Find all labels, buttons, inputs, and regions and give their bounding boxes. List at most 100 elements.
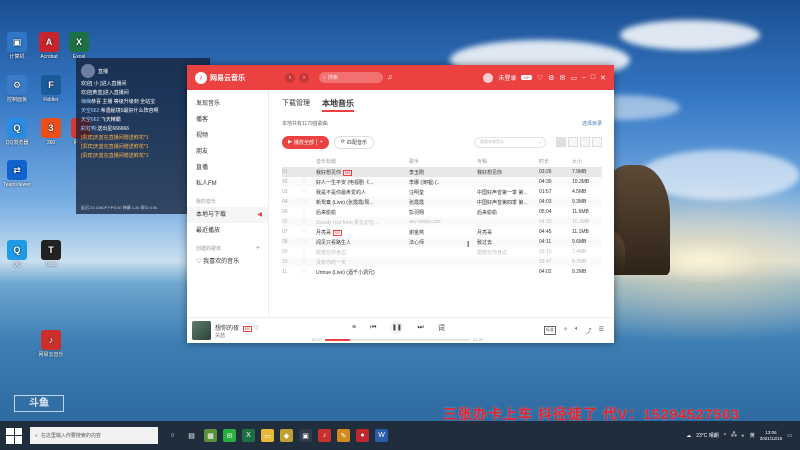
lyrics-icon[interactable]: 词: [438, 323, 445, 333]
add-playlist-icon[interactable]: +: [256, 245, 260, 252]
microphone-icon[interactable]: ♫: [387, 74, 392, 81]
table-row[interactable]: 01 ♡ 我好想见你 MV 李玉刚 我好想见你 03:26 7.9MB: [282, 167, 602, 177]
heart-icon[interactable]: ♡: [302, 269, 306, 275]
queue-list-icon[interactable]: ☰: [599, 326, 604, 335]
skin-icon[interactable]: ♡: [537, 74, 543, 82]
sidebar-item-recent[interactable]: 最近播放: [187, 223, 268, 239]
editor-icon[interactable]: ✎: [337, 429, 350, 442]
task-view-icon[interactable]: ○: [166, 429, 179, 442]
chat-nickname[interactable]: 天空662:: [81, 117, 101, 123]
notification-icon[interactable]: ▭: [787, 433, 792, 439]
sidebar-item-live[interactable]: 直播: [187, 160, 268, 176]
global-search-input[interactable]: ⌕ 搜索: [319, 72, 383, 83]
volume-icon[interactable]: 🔈︎: [742, 433, 745, 439]
cell-artist[interactable]: [409, 257, 477, 267]
excel-icon[interactable]: X: [242, 429, 255, 442]
network-icon[interactable]: 🖧: [731, 432, 737, 440]
share-icon[interactable]: ⤴: [586, 326, 592, 335]
word-icon[interactable]: W: [375, 429, 388, 442]
next-icon[interactable]: ⏭: [417, 324, 423, 332]
volume-icon[interactable]: 🔈︎: [575, 326, 579, 335]
sidebar-item-liked[interactable]: ♡ 我喜欢的音乐: [187, 254, 268, 270]
heart-icon[interactable]: ♡: [302, 209, 306, 215]
match-music-button[interactable]: ⟳ 匹配音乐: [333, 135, 375, 149]
local-search-input[interactable]: 搜索本地音乐 ⌕: [474, 136, 546, 148]
sidebar-item-local[interactable]: 本地与下载 ◀: [187, 207, 268, 223]
progress-bar[interactable]: [325, 338, 471, 341]
sidebar-item-podcast[interactable]: 播客: [187, 112, 268, 128]
cell-album[interactable]: [477, 257, 539, 267]
close-icon[interactable]: ✕: [600, 74, 606, 82]
netease-music-icon[interactable]: ♪: [318, 429, 331, 442]
cell-artist[interactable]: [409, 267, 477, 277]
tray-arrow-icon[interactable]: ^: [724, 433, 726, 439]
table-row[interactable]: 02 ♡ 好人一生平安 (电视剧《... 李娜 (演唱) (.. 04:30 10.3MB: [282, 177, 602, 187]
user-avatar[interactable]: [483, 72, 494, 83]
chat-nickname[interactable]: 彩虹鸭:: [81, 126, 97, 132]
desktop-icon[interactable]: ⇄ TeamViewer: [2, 160, 32, 188]
quality-button[interactable]: 标准: [543, 326, 556, 335]
heart-icon[interactable]: ♡: [302, 239, 306, 245]
heart-icon[interactable]: ♡: [302, 229, 306, 235]
chat-nickname[interactable]: 天空662:: [81, 108, 101, 114]
desktop-icon[interactable]: 3 360: [36, 118, 66, 146]
now-playing-artist[interactable]: 关喆: [215, 332, 290, 339]
table-row[interactable]: 05 ♡ 后来偷偷 彭羽翔 后来偷偷 05:04 11.6MB: [282, 207, 602, 217]
camera-icon[interactable]: ●: [356, 429, 369, 442]
header-artist[interactable]: 歌手: [409, 156, 477, 167]
mail-icon[interactable]: ✉: [559, 74, 565, 82]
cell-artist[interactable]: 谢金燕: [409, 227, 477, 237]
cell-album[interactable]: 月亮哥: [477, 227, 539, 237]
desktop-icon[interactable]: ⚙ 控制面板: [2, 75, 32, 103]
clock[interactable]: 13:06 2021/12/15: [760, 430, 783, 442]
mv-badge[interactable]: MV: [333, 229, 343, 236]
desktop-icon[interactable]: F Fiddler: [36, 75, 66, 103]
list-view-icon[interactable]: [556, 137, 566, 147]
play-all-button[interactable]: ▶ 播放全部 +: [282, 135, 329, 149]
maximize-icon[interactable]: □: [591, 74, 595, 81]
heart-icon[interactable]: ♡: [302, 169, 306, 175]
heart-icon[interactable]: ♡: [302, 179, 306, 185]
cell-album[interactable]: [477, 267, 539, 277]
cell-artist[interactable]: sev stady.com: [409, 217, 477, 227]
app-brand[interactable]: ♪ 网易云音乐: [195, 71, 285, 84]
vip-badge[interactable]: VIP: [521, 75, 532, 80]
mv-badge[interactable]: MV: [242, 325, 252, 332]
header-album[interactable]: 专辑: [477, 156, 539, 167]
cell-album[interactable]: [477, 177, 539, 187]
heart-icon[interactable]: ♡: [302, 249, 306, 255]
table-row[interactable]: 06 ♡ Stoudy (cut from 爱在记忆... sev stady.com…: [282, 217, 602, 227]
minimize-icon[interactable]: –: [582, 74, 586, 81]
sidebar-item-discover[interactable]: 发现音乐: [187, 96, 268, 112]
cell-album[interactable]: 后来偷偷: [477, 207, 539, 217]
like-heart-icon[interactable]: ♡: [254, 326, 259, 332]
table-row[interactable]: 04 ♡ 新鸳鸯 (Live) (张霞霞/周... 张霞霞 中国好声音第四季 第... 0…: [282, 197, 602, 207]
heart-icon[interactable]: ♡: [302, 259, 306, 265]
table-row[interactable]: 09 ♡ 愿陪在你身边 愿陪在你身边 03:15 7.4MB: [282, 247, 602, 257]
table-row[interactable]: 08 ♡ 闻见只看路生人 法心师 致过去 04:11 9.6MB: [282, 237, 602, 247]
desktop-icon[interactable]: Q QQ: [2, 240, 32, 268]
tab-local-music[interactable]: 本地音乐: [322, 98, 354, 112]
now-playing-title[interactable]: 想你的夜: [215, 326, 239, 332]
tab-download-manager[interactable]: 下载管理: [282, 98, 310, 112]
playlist-mode-icon[interactable]: ≡: [352, 324, 356, 331]
desktop-icon[interactable]: Q QQ浏览器: [2, 118, 32, 146]
ime-indicator[interactable]: 英: [750, 432, 755, 439]
sidebar-item-fm[interactable]: 私人FM: [187, 176, 268, 192]
cell-artist[interactable]: 李玉刚: [409, 167, 477, 177]
header-size[interactable]: 大小: [572, 156, 602, 167]
table-row[interactable]: 07 ♡ 月亮哥 MV 谢金燕 月亮哥 04:45 11.1MB: [282, 227, 602, 237]
task-switch-icon[interactable]: ▤: [185, 429, 198, 442]
chat-nickname[interactable]: 嗨嗨: [81, 99, 91, 105]
sidebar-item-friends[interactable]: 朋友: [187, 144, 268, 160]
user-name[interactable]: 未登录: [498, 73, 516, 82]
header-title[interactable]: 音乐标题: [316, 156, 409, 167]
heart-icon[interactable]: ♡: [302, 189, 306, 195]
cell-artist[interactable]: 彭羽翔: [409, 207, 477, 217]
app-icon[interactable]: ▣: [299, 429, 312, 442]
cloud-weather-icon[interactable]: ☁: [686, 433, 691, 439]
cell-artist[interactable]: 张霞霞: [409, 197, 477, 207]
table-row[interactable]: 10 ♡ 没有你的一天 03:47 8.7MB: [282, 257, 602, 267]
title-bar[interactable]: ♪ 网易云音乐 ‹ › ⌕ 搜索 ♫ 未登录 VIP ♡ ⚙ ✉ ▭ – □ ✕: [187, 65, 614, 90]
heart-icon[interactable]: ♡: [302, 199, 306, 205]
